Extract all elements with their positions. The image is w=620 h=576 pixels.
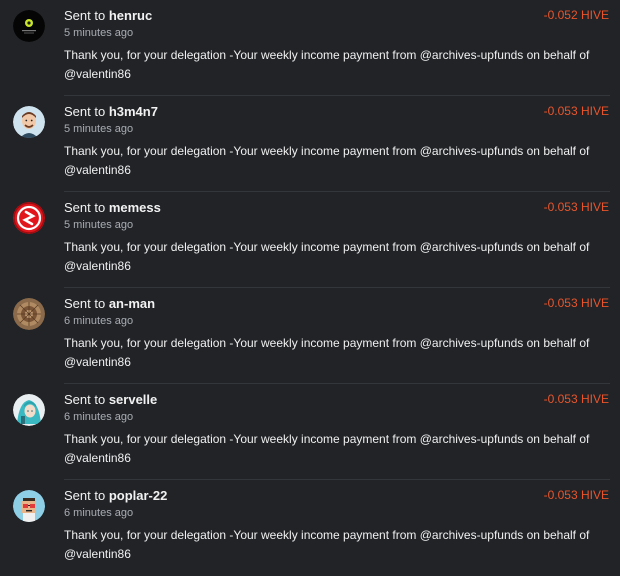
pixel-character-avatar[interactable] bbox=[13, 490, 45, 522]
recipient-username-link[interactable]: henruc bbox=[109, 8, 152, 23]
recipient-username-link[interactable]: h3m4n7 bbox=[109, 104, 158, 119]
transfer-memo: Thank you, for your delegation -Your wee… bbox=[64, 144, 590, 177]
transfer-amount: -0.052 HIVE bbox=[543, 8, 609, 22]
transfer-timestamp: 5 minutes ago bbox=[64, 123, 134, 135]
transfer-memo: Thank you, for your delegation -Your wee… bbox=[64, 432, 590, 465]
recipient-username-link[interactable]: servelle bbox=[109, 392, 157, 407]
transfer-timestamp: 5 minutes ago bbox=[64, 27, 134, 39]
transfer-list: Sent to henruc 5 minutes ago -0.052 HIVE… bbox=[0, 0, 620, 576]
transfer-row: Sent to memess 5 minutes ago -0.053 HIVE… bbox=[0, 192, 620, 288]
transfer-title: Sent to henruc bbox=[64, 8, 152, 23]
transfer-memo: Thank you, for your delegation -Your wee… bbox=[64, 240, 590, 273]
transfer-memo: Thank you, for your delegation -Your wee… bbox=[64, 528, 590, 561]
transfer-timestamp: 6 minutes ago bbox=[64, 411, 134, 423]
transfer-amount: -0.053 HIVE bbox=[543, 200, 609, 214]
transfer-row: Sent to an-man 6 minutes ago -0.053 HIVE… bbox=[0, 288, 620, 384]
red-logo-avatar[interactable] bbox=[13, 202, 45, 234]
transfer-title: Sent to h3m4n7 bbox=[64, 104, 158, 119]
transfer-prefix: Sent to bbox=[64, 104, 106, 119]
transfer-row: Sent to poplar-22 6 minutes ago -0.053 H… bbox=[0, 480, 620, 576]
transfer-prefix: Sent to bbox=[64, 488, 106, 503]
transfer-timestamp: 5 minutes ago bbox=[64, 219, 134, 231]
recipient-username-link[interactable]: poplar-22 bbox=[109, 488, 168, 503]
brown-texture-avatar[interactable] bbox=[13, 298, 45, 330]
transfer-prefix: Sent to bbox=[64, 200, 106, 215]
transfer-amount: -0.053 HIVE bbox=[543, 392, 609, 406]
transfer-prefix: Sent to bbox=[64, 296, 106, 311]
transfer-row: Sent to h3m4n7 5 minutes ago -0.053 HIVE… bbox=[0, 96, 620, 192]
transfer-memo: Thank you, for your delegation -Your wee… bbox=[64, 336, 590, 369]
transfer-amount: -0.053 HIVE bbox=[543, 104, 609, 118]
transfer-title: Sent to poplar-22 bbox=[64, 488, 167, 503]
transfer-prefix: Sent to bbox=[64, 8, 106, 23]
black-badge-avatar[interactable] bbox=[13, 10, 45, 42]
transfer-prefix: Sent to bbox=[64, 392, 106, 407]
recipient-username-link[interactable]: an-man bbox=[109, 296, 155, 311]
cartoon-man-avatar[interactable] bbox=[13, 106, 45, 138]
recipient-username-link[interactable]: memess bbox=[109, 200, 161, 215]
transfer-row: Sent to servelle 6 minutes ago -0.053 HI… bbox=[0, 384, 620, 480]
transfer-row: Sent to henruc 5 minutes ago -0.052 HIVE… bbox=[0, 0, 620, 96]
transfer-title: Sent to servelle bbox=[64, 392, 157, 407]
transfer-amount: -0.053 HIVE bbox=[543, 296, 609, 310]
transfer-timestamp: 6 minutes ago bbox=[64, 507, 134, 519]
teal-hair-avatar[interactable] bbox=[13, 394, 45, 426]
transfer-amount: -0.053 HIVE bbox=[543, 488, 609, 502]
transfer-memo: Thank you, for your delegation -Your wee… bbox=[64, 48, 590, 81]
transfer-title: Sent to memess bbox=[64, 200, 161, 215]
transfer-timestamp: 6 minutes ago bbox=[64, 315, 134, 327]
transfer-title: Sent to an-man bbox=[64, 296, 155, 311]
